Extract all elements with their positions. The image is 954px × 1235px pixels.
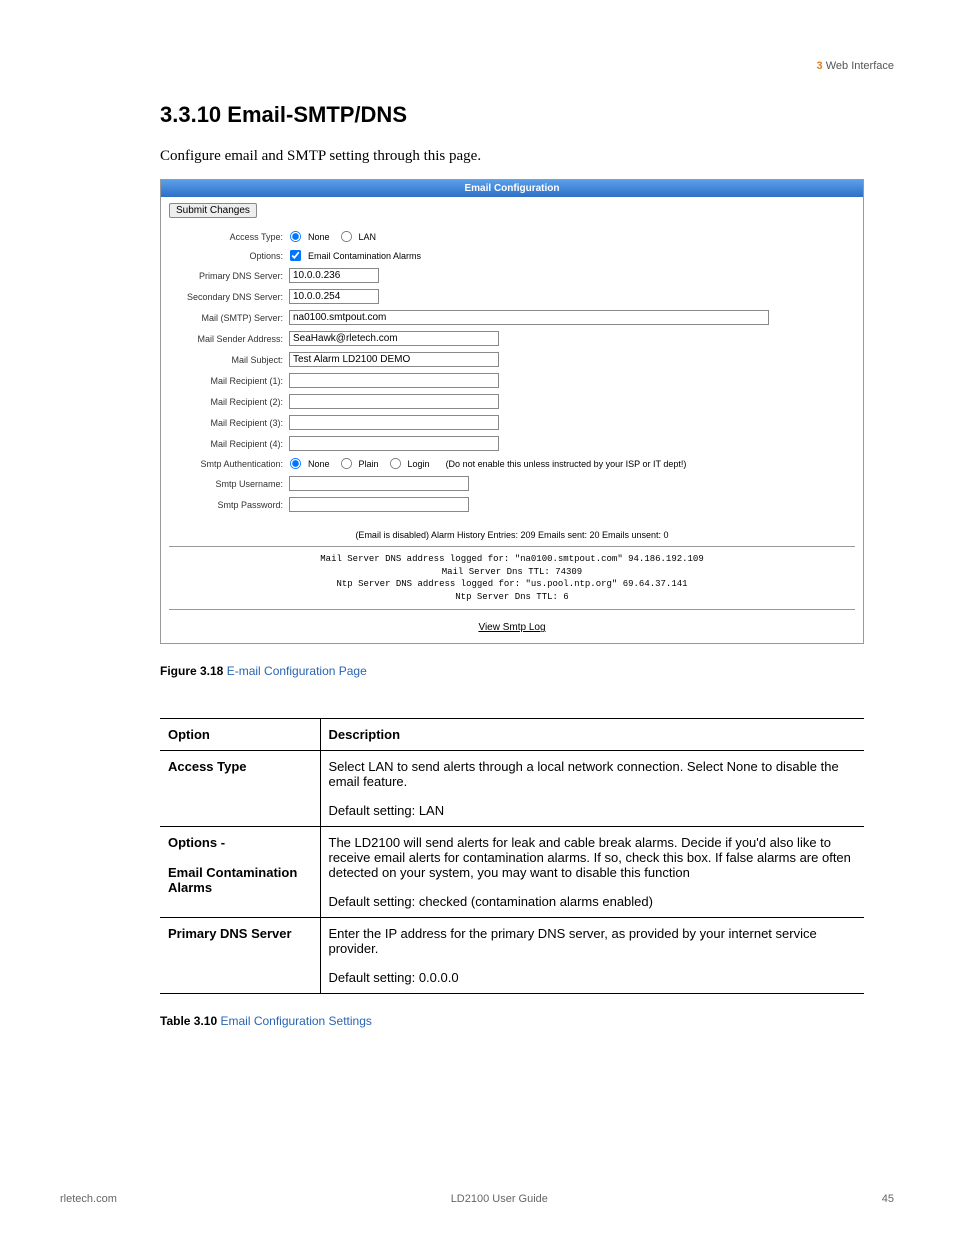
sender-label: Mail Sender Address:	[169, 334, 289, 344]
mail-server-label: Mail (SMTP) Server:	[169, 313, 289, 323]
smtp-auth-none-label: None	[308, 459, 330, 469]
intro-text: Configure email and SMTP setting through…	[160, 148, 864, 165]
section-title: Email-SMTP/DNS	[227, 102, 407, 127]
default-text: Default setting: checked (contamination …	[329, 894, 857, 909]
figure-title: E-mail Configuration Page	[227, 664, 367, 678]
section-number: 3.3.10	[160, 102, 221, 127]
option-cell: Access Type	[160, 751, 320, 827]
recipient4-label: Mail Recipient (4):	[169, 439, 289, 449]
recipient1-input[interactable]	[289, 373, 499, 388]
dns-log-line4: Ntp Server Dns TTL: 6	[169, 591, 855, 604]
submit-changes-button[interactable]: Submit Changes	[169, 203, 257, 218]
default-text: Default setting: LAN	[329, 803, 857, 818]
subject-input[interactable]	[289, 352, 499, 367]
status-line: (Email is disabled) Alarm History Entrie…	[169, 530, 855, 547]
smtp-user-input[interactable]	[289, 476, 469, 491]
access-type-none-radio[interactable]	[290, 231, 301, 242]
recipient2-input[interactable]	[289, 394, 499, 409]
table-header-option: Option	[160, 719, 320, 751]
dns-log-line3: Ntp Server DNS address logged for: "us.p…	[169, 578, 855, 591]
smtp-auth-hint: (Do not enable this unless instructed by…	[446, 459, 687, 469]
desc-cell: Select LAN to send alerts through a loca…	[320, 751, 864, 827]
secondary-dns-label: Secondary DNS Server:	[169, 292, 289, 302]
footer-right: 45	[882, 1193, 894, 1205]
table-header-desc: Description	[320, 719, 864, 751]
email-contamination-checkbox[interactable]	[290, 250, 301, 261]
footer-center: LD2100 User Guide	[451, 1193, 548, 1205]
access-type-none-label: None	[308, 232, 330, 242]
primary-dns-input[interactable]	[289, 268, 379, 283]
desc-text: Select LAN to send alerts through a loca…	[329, 759, 857, 789]
option-cell: Primary DNS Server	[160, 918, 320, 994]
section-heading: 3.3.10 Email-SMTP/DNS	[160, 102, 864, 128]
table-row: Primary DNS Server Enter the IP address …	[160, 918, 864, 994]
table-caption: Table 3.10 Email Configuration Settings	[160, 1014, 864, 1028]
mail-server-input[interactable]	[289, 310, 769, 325]
smtp-auth-none-radio[interactable]	[290, 458, 301, 469]
email-config-panel: Email Configuration Submit Changes Acces…	[160, 179, 864, 644]
smtp-auth-plain-label: Plain	[359, 459, 379, 469]
view-smtp-log-link[interactable]: View Smtp Log	[478, 622, 545, 633]
table-label: Table 3.10	[160, 1014, 217, 1028]
secondary-dns-input[interactable]	[289, 289, 379, 304]
table-title: Email Configuration Settings	[220, 1014, 371, 1028]
dns-log-line2: Mail Server Dns TTL: 74309	[169, 566, 855, 579]
smtp-auth-login-radio[interactable]	[390, 458, 401, 469]
recipient3-input[interactable]	[289, 415, 499, 430]
recipient3-label: Mail Recipient (3):	[169, 418, 289, 428]
settings-table: Option Description Access Type Select LA…	[160, 718, 864, 994]
recipient4-input[interactable]	[289, 436, 499, 451]
sender-input[interactable]	[289, 331, 499, 346]
access-type-lan-label: LAN	[359, 232, 377, 242]
table-row: Options - Email Contamination Alarms The…	[160, 827, 864, 918]
smtp-pass-input[interactable]	[289, 497, 469, 512]
access-type-lan-radio[interactable]	[340, 231, 351, 242]
email-contamination-label: Email Contamination Alarms	[308, 251, 421, 261]
option-cell: Options - Email Contamination Alarms	[160, 827, 320, 918]
chapter-title: Web Interface	[826, 60, 894, 72]
default-text: Default setting: 0.0.0.0	[329, 970, 857, 985]
smtp-user-label: Smtp Username:	[169, 479, 289, 489]
desc-text: Enter the IP address for the primary DNS…	[329, 926, 857, 956]
access-type-label: Access Type:	[169, 232, 289, 242]
smtp-auth-plain-radio[interactable]	[340, 458, 351, 469]
options-label: Options:	[169, 251, 289, 261]
desc-cell: Enter the IP address for the primary DNS…	[320, 918, 864, 994]
figure-label: Figure 3.18	[160, 664, 223, 678]
subject-label: Mail Subject:	[169, 355, 289, 365]
table-row: Access Type Select LAN to send alerts th…	[160, 751, 864, 827]
recipient1-label: Mail Recipient (1):	[169, 376, 289, 386]
desc-text: The LD2100 will send alerts for leak and…	[329, 835, 857, 880]
panel-title: Email Configuration	[161, 180, 863, 197]
dns-log-line1: Mail Server DNS address logged for: "na0…	[169, 553, 855, 566]
smtp-auth-label: Smtp Authentication:	[169, 459, 289, 469]
dns-log-block: Mail Server DNS address logged for: "na0…	[169, 553, 855, 610]
figure-caption: Figure 3.18 E-mail Configuration Page	[160, 664, 864, 678]
recipient2-label: Mail Recipient (2):	[169, 397, 289, 407]
page-footer: rletech.com LD2100 User Guide 45	[60, 1193, 894, 1205]
chapter-number: 3	[817, 60, 823, 72]
smtp-pass-label: Smtp Password:	[169, 500, 289, 510]
primary-dns-label: Primary DNS Server:	[169, 271, 289, 281]
smtp-auth-login-label: Login	[408, 459, 430, 469]
desc-cell: The LD2100 will send alerts for leak and…	[320, 827, 864, 918]
footer-left: rletech.com	[60, 1193, 117, 1205]
page-header: 3 Web Interface	[60, 60, 894, 102]
